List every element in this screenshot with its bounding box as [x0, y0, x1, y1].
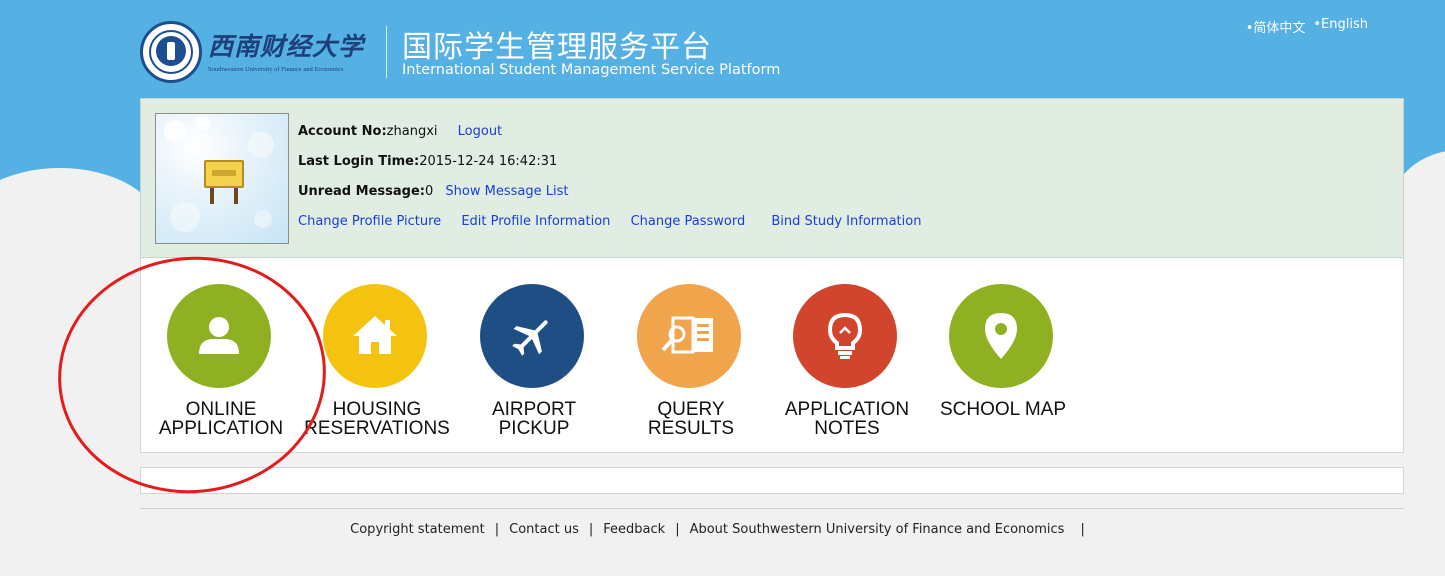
tile-label: SCHOOL MAP	[940, 399, 1066, 420]
footer-separator: |	[588, 522, 594, 537]
lang-english[interactable]: •English	[1313, 17, 1368, 36]
services-panel: ONLINE APPLICATION HOUSING RESERVATIONS AI…	[140, 258, 1404, 453]
edit-profile-information-link[interactable]: Edit Profile Information	[461, 214, 610, 229]
profile-panel: Account No:zhangxi Logout Last Login Tim…	[140, 98, 1404, 258]
unread-message-label: Unread Message:	[298, 184, 425, 199]
platform-title-en: International Student Management Service…	[402, 62, 781, 78]
application-notes-circle[interactable]	[793, 284, 897, 388]
lightbulb-icon	[827, 312, 863, 359]
footer-divider	[140, 508, 1404, 509]
tile-label: AIRPORT PICKUP	[491, 399, 577, 439]
house-icon	[353, 316, 397, 354]
account-value: zhangxi	[386, 124, 438, 139]
footer-link-copyright[interactable]: Copyright statement	[350, 522, 485, 537]
airplane-icon	[512, 320, 548, 356]
airport-pickup-circle[interactable]	[480, 284, 584, 388]
document-search-icon	[661, 316, 713, 354]
content-bar	[140, 467, 1404, 494]
platform-title-cn: 国际学生管理服务平台	[402, 30, 712, 65]
language-switcher: •简体中文 •English	[1246, 17, 1368, 36]
school-map-circle[interactable]	[949, 284, 1053, 388]
logout-link[interactable]: Logout	[458, 124, 503, 139]
tile-application-notes[interactable]: APPLICATION NOTES	[767, 284, 927, 454]
footer-link-feedback[interactable]: Feedback	[603, 522, 665, 537]
logo-divider	[386, 26, 387, 78]
unread-message-count: 0	[424, 184, 434, 199]
profile-picture[interactable]	[155, 113, 289, 244]
change-password-link[interactable]: Change Password	[631, 214, 746, 229]
account-label: Account No:	[298, 124, 387, 139]
housing-reservations-circle[interactable]	[323, 284, 427, 388]
university-seal-icon	[140, 21, 202, 83]
tile-school-map[interactable]: SCHOOL MAP	[923, 284, 1083, 454]
footer-link-contact[interactable]: Contact us	[509, 522, 579, 537]
tile-label: ONLINE APPLICATION	[158, 399, 284, 439]
last-login-label: Last Login Time:	[298, 154, 420, 169]
tile-query-results[interactable]: QUERY RESULTS	[611, 284, 771, 454]
footer-separator: |	[1080, 522, 1085, 537]
user-icon	[199, 317, 239, 354]
university-logo[interactable]: 西南财经大学 Southwestern University of Financ…	[140, 20, 780, 84]
lang-simplified-chinese[interactable]: •简体中文	[1246, 17, 1306, 36]
tile-label: QUERY RESULTS	[647, 399, 735, 439]
university-name-en: Southwestern University of Finance and E…	[208, 66, 344, 73]
footer: Copyright statement | Contact us | Feedback |…	[0, 522, 1445, 537]
university-name-cn: 西南财经大学	[208, 32, 365, 61]
tile-label: HOUSING RESERVATIONS	[304, 399, 450, 439]
last-login-value: 2015-12-24 16:42:31	[419, 154, 558, 169]
footer-separator: |	[494, 522, 500, 537]
footer-separator: |	[675, 522, 680, 537]
online-application-circle[interactable]	[167, 284, 271, 388]
footer-link-about[interactable]: About Southwestern University of Finance…	[690, 522, 1065, 537]
tile-housing-reservations[interactable]: HOUSING RESERVATIONS	[297, 284, 457, 454]
query-results-circle[interactable]	[637, 284, 741, 388]
bind-study-information-link[interactable]: Bind Study Information	[771, 214, 921, 229]
tile-label: APPLICATION NOTES	[784, 399, 910, 439]
tile-online-application[interactable]: ONLINE APPLICATION	[141, 284, 301, 454]
change-profile-picture-link[interactable]: Change Profile Picture	[298, 214, 441, 229]
signboard-icon	[204, 160, 244, 188]
tile-airport-pickup[interactable]: AIRPORT PICKUP	[454, 284, 614, 454]
show-message-list-link[interactable]: Show Message List	[445, 184, 568, 199]
map-pin-icon	[985, 313, 1017, 359]
cloud-shape	[0, 168, 160, 270]
